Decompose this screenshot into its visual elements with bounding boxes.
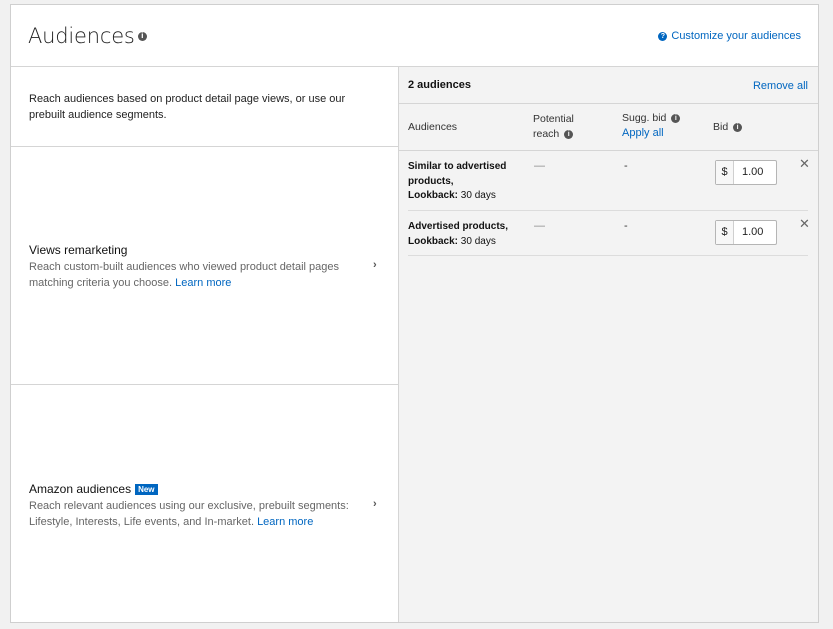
potential-reach-value: — — [534, 220, 545, 232]
option-title-text: Amazon audiences — [29, 482, 132, 496]
audience-name-text: Advertised products, — [408, 221, 509, 232]
audience-type-list: Reach audiences based on product detail … — [11, 67, 399, 622]
lookback-label: Lookback: — [408, 190, 459, 201]
column-header-sugg-bid-label: Sugg. bid — [622, 112, 667, 124]
audience-name: Similar to advertised products, Lookback… — [408, 160, 518, 204]
column-header-reach-line2: reach — [533, 128, 560, 140]
card-header: Audiences i ? Customize your audiences — [11, 5, 818, 67]
potential-reach-value: — — [534, 160, 545, 172]
bid-input[interactable]: $ 1.00 — [715, 160, 777, 185]
intro-section: Reach audiences based on product detail … — [11, 67, 398, 147]
info-icon[interactable]: i — [733, 122, 743, 132]
column-header-bid-label: Bid — [713, 121, 729, 133]
learn-more-link[interactable]: Learn more — [257, 516, 313, 528]
apply-all-link[interactable]: Apply all — [622, 127, 664, 139]
info-icon[interactable]: i — [137, 31, 147, 41]
intro-text: Reach audiences based on product detail … — [29, 93, 346, 121]
close-icon[interactable]: ✕ — [799, 156, 810, 172]
close-icon[interactable]: ✕ — [799, 216, 810, 232]
table-row: Advertised products, Lookback: 30 days —… — [408, 211, 810, 256]
bid-value[interactable]: 1.00 — [734, 161, 776, 184]
audience-name-text: Similar to advertised products, — [408, 161, 507, 187]
column-header-audiences: Audiences — [408, 121, 458, 133]
chevron-right-icon: › — [373, 259, 377, 271]
customize-audiences-label: Customize your audiences — [671, 30, 801, 42]
page-title: Audiences i — [28, 24, 147, 48]
page-title-text: Audiences — [28, 24, 135, 48]
option-description: Reach custom-built audiences who viewed … — [29, 259, 359, 291]
bid-input[interactable]: $ 1.00 — [715, 220, 777, 245]
table-row: Similar to advertised products, Lookback… — [408, 151, 810, 211]
lookback-label: Lookback: — [408, 235, 459, 247]
info-icon[interactable]: i — [564, 129, 574, 139]
currency-symbol: $ — [716, 221, 734, 244]
audience-count: 2 audiences — [408, 79, 471, 91]
lookback-value: 30 days — [460, 235, 496, 247]
question-icon: ? — [658, 31, 668, 41]
remove-all-link[interactable]: Remove all — [753, 80, 808, 92]
table-header: Audiences Potential reach i Sugg. bid i … — [399, 103, 818, 151]
lookback-value: 30 days — [460, 190, 496, 201]
selected-audiences-panel: 2 audiences Remove all Audiences Potenti… — [399, 67, 818, 622]
amazon-audiences-option[interactable]: Amazon audiences New Reach relevant audi… — [11, 385, 398, 622]
bid-value[interactable]: 1.00 — [734, 221, 776, 244]
customize-audiences-link[interactable]: ? Customize your audiences — [658, 30, 801, 42]
column-header-sugg-bid: Sugg. bid i Apply all — [622, 111, 681, 141]
learn-more-link[interactable]: Learn more — [175, 277, 231, 289]
column-header-bid: Bid i — [713, 120, 743, 135]
audience-name: Advertised products, Lookback: 30 days — [408, 220, 518, 249]
option-title: Views remarketing — [29, 243, 128, 257]
new-badge: New — [135, 483, 158, 495]
option-description: Reach relevant audiences using our exclu… — [29, 498, 359, 530]
views-remarketing-option[interactable]: Views remarketing Reach custom-built aud… — [11, 147, 398, 385]
sugg-bid-value: - — [624, 160, 628, 172]
sugg-bid-value: - — [624, 220, 628, 232]
option-title: Amazon audiences New — [29, 482, 158, 496]
info-icon[interactable]: i — [671, 113, 681, 123]
currency-symbol: $ — [716, 161, 734, 184]
column-header-reach-line1: Potential — [533, 113, 574, 125]
audiences-card: Audiences i ? Customize your audiences Re… — [10, 4, 819, 623]
column-header-potential-reach: Potential reach i — [533, 112, 574, 142]
chevron-right-icon: › — [373, 498, 377, 510]
